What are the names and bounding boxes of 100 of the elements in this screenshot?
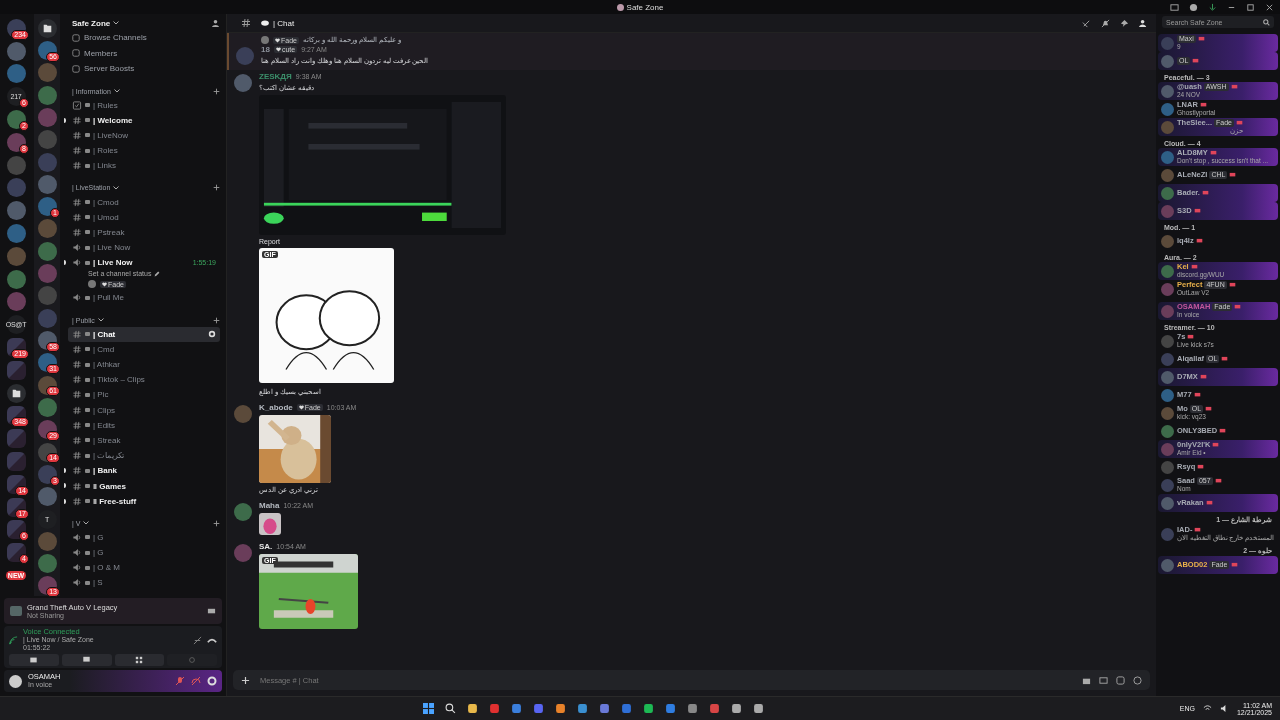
channel-item[interactable]: | Pstreak	[68, 224, 220, 240]
members-icon[interactable]	[1139, 18, 1148, 28]
server-icon[interactable]	[37, 197, 57, 217]
desktop-icon	[1236, 120, 1243, 126]
channel-item[interactable]: | Umod	[68, 209, 220, 225]
server-icon[interactable]	[37, 40, 57, 60]
avatar	[1161, 304, 1174, 318]
folder-icon[interactable]	[37, 18, 57, 38]
server-icon[interactable]	[6, 132, 26, 152]
channel-item[interactable]: | O & M	[68, 560, 220, 576]
channel-item[interactable]: | Cmd	[68, 341, 220, 357]
app-icon[interactable]	[709, 703, 721, 714]
add-channel-icon[interactable]	[213, 87, 220, 95]
channel-item[interactable]: | G	[68, 529, 220, 545]
add-channel-icon[interactable]	[213, 184, 220, 192]
app-icon[interactable]	[511, 703, 523, 714]
channel-item[interactable]: | Pull Me	[68, 290, 220, 306]
avatar	[1161, 84, 1174, 98]
channel-item[interactable]: | Rules	[68, 97, 220, 113]
server-icon[interactable]	[37, 464, 57, 484]
app-icon[interactable]	[599, 703, 611, 714]
notifications-icon[interactable]	[1101, 18, 1110, 28]
screen-share-icon[interactable]	[207, 606, 216, 616]
app-icon[interactable]	[555, 703, 567, 714]
threads-icon[interactable]	[1082, 18, 1091, 28]
search-icon[interactable]	[445, 703, 457, 714]
author-name[interactable]: 18	[261, 45, 270, 54]
maximize-icon[interactable]	[1246, 2, 1255, 12]
noise-icon[interactable]	[193, 635, 202, 645]
folder-icon[interactable]	[6, 383, 26, 403]
speaker-icon	[72, 563, 82, 573]
activities-button[interactable]	[114, 654, 165, 666]
channel-item[interactable]: | Chat	[68, 326, 220, 342]
channel-item[interactable]: | Tiktok – Clips	[68, 372, 220, 388]
avatar[interactable]	[9, 674, 22, 688]
channel-item[interactable]: | Cmod	[68, 194, 220, 210]
speaker-icon	[72, 258, 82, 268]
app-icon[interactable]	[753, 703, 765, 714]
inbox-icon[interactable]	[1170, 2, 1179, 12]
server-icon[interactable]	[6, 110, 26, 130]
channel-item[interactable]: | S	[68, 575, 220, 591]
channel-item[interactable]: | LiveNow	[68, 127, 220, 144]
settings-icon[interactable]	[208, 330, 216, 339]
channel-item[interactable]: ‖ Free-stuff	[68, 493, 220, 509]
server-folder[interactable]	[6, 543, 26, 563]
start-icon[interactable]	[423, 703, 435, 714]
unread-indicator	[64, 117, 66, 123]
avatar	[1161, 460, 1174, 474]
add-channel-icon[interactable]	[213, 519, 220, 527]
hash-icon	[72, 161, 82, 171]
gif-icon[interactable]	[1099, 675, 1108, 685]
camera-button[interactable]	[9, 654, 59, 666]
add-channel-icon[interactable]	[213, 316, 220, 324]
invite-icon[interactable]	[211, 18, 220, 28]
screen-share-button[interactable]	[61, 654, 112, 666]
channel-item[interactable]: | Live Now	[68, 240, 220, 256]
author-name[interactable]: Maha	[259, 501, 280, 510]
author-name[interactable]: K_abode	[259, 403, 293, 412]
channel-item[interactable]: | G	[68, 545, 220, 561]
deafen-icon[interactable]	[191, 676, 201, 686]
wifi-icon[interactable]	[1202, 704, 1212, 713]
nav-link[interactable]: Browse Channels	[84, 33, 147, 43]
channel-item[interactable]: | Links	[68, 158, 220, 174]
app-icon[interactable]	[665, 703, 677, 714]
author-name[interactable]: ZESKДЯ	[259, 72, 292, 81]
author-name[interactable]: SA.	[259, 542, 273, 551]
channel-item[interactable]: | Welcome	[68, 112, 220, 128]
channel-item[interactable]: | Roles	[68, 143, 220, 159]
app-icon[interactable]	[577, 703, 589, 714]
sticker-icon[interactable]	[1116, 675, 1125, 685]
pin-icon[interactable]	[1120, 18, 1129, 28]
channel-item[interactable]: | تكريمات	[68, 448, 220, 464]
nav-link[interactable]: Server Boosts	[84, 64, 135, 74]
channel-item[interactable]: | Bank	[68, 463, 220, 479]
channel-item[interactable]: | Pic	[68, 387, 220, 403]
app-icon[interactable]	[687, 703, 699, 714]
app-icon[interactable]	[643, 703, 655, 714]
avatar	[1161, 424, 1174, 438]
channel-item[interactable]: | Athkar	[68, 356, 220, 373]
app-icon[interactable]	[467, 703, 479, 714]
channel-item[interactable]: | Clips	[68, 402, 220, 418]
add-icon[interactable]	[241, 675, 250, 685]
emoji-icon[interactable]	[1133, 675, 1142, 685]
download-icon[interactable]	[1208, 2, 1217, 12]
server-folder[interactable]	[6, 497, 26, 517]
server-folder[interactable]	[6, 474, 26, 494]
avatar	[1161, 120, 1174, 134]
avatar	[1161, 478, 1174, 492]
close-icon[interactable]	[1265, 2, 1274, 12]
server-folder[interactable]	[6, 520, 26, 540]
help-icon[interactable]	[1189, 2, 1198, 12]
nav-link[interactable]: Members	[84, 48, 118, 58]
mute-icon[interactable]	[175, 676, 185, 686]
server-name[interactable]: Safe Zone	[72, 18, 111, 28]
channel-item[interactable]: | Streak	[68, 432, 220, 449]
app-icon[interactable]	[731, 703, 743, 714]
settings-icon[interactable]	[207, 676, 217, 686]
channel-item[interactable]: | Edits	[68, 417, 220, 433]
channel-item[interactable]: ‖ Games	[68, 478, 220, 494]
pencil-icon[interactable]	[154, 271, 161, 278]
